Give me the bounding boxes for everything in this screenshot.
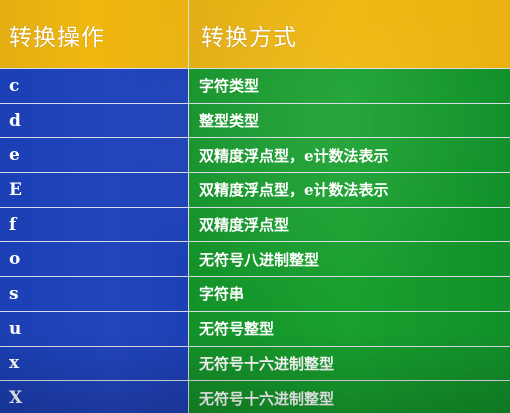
- table-row: s 字符串: [0, 276, 510, 312]
- operation-cell: x: [0, 345, 189, 382]
- method-cell: 字符串: [188, 276, 510, 312]
- method-cell: 双精度浮点型，e计数法表示: [188, 172, 510, 208]
- method-cell: 无符号十六进制整型: [188, 380, 510, 413]
- screen: 转换操作 转换方式 c 字符类型 d 整型类型 e 双精度浮点型，e计数法表示 …: [0, 0, 510, 413]
- table-header-row: 转换操作 转换方式: [0, 0, 510, 69]
- operation-cell: f: [0, 206, 189, 243]
- operation-cell: s: [0, 276, 189, 312]
- table-row: e 双精度浮点型，e计数法表示: [0, 137, 510, 174]
- method-cell: 双精度浮点型，e计数法表示: [188, 137, 510, 174]
- table-row: x 无符号十六进制整型: [0, 345, 510, 382]
- operation-cell: o: [0, 241, 189, 278]
- operation-cell: c: [0, 68, 189, 104]
- operation-cell: u: [0, 310, 189, 347]
- table-row: f 双精度浮点型: [0, 206, 510, 243]
- method-cell: 无符号十六进制整型: [188, 345, 510, 382]
- operation-cell: e: [0, 137, 189, 174]
- table-row: X 无符号十六进制整型: [0, 380, 510, 413]
- table-row: d 整型类型: [0, 102, 510, 139]
- table-row: c 字符类型: [0, 68, 510, 104]
- conversion-table: 转换操作 转换方式 c 字符类型 d 整型类型 e 双精度浮点型，e计数法表示 …: [0, 0, 510, 413]
- operation-cell: X: [0, 380, 189, 413]
- table-row: o 无符号八进制整型: [0, 241, 510, 278]
- method-cell: 字符类型: [188, 68, 510, 104]
- header-operation: 转换操作: [0, 0, 189, 69]
- operation-cell: d: [0, 102, 189, 139]
- operation-cell: E: [0, 172, 189, 208]
- table-row: E 双精度浮点型，e计数法表示: [0, 172, 510, 208]
- header-method: 转换方式: [188, 0, 510, 69]
- method-cell: 双精度浮点型: [188, 206, 510, 243]
- method-cell: 无符号整型: [188, 310, 510, 347]
- method-cell: 无符号八进制整型: [188, 241, 510, 278]
- method-cell: 整型类型: [188, 102, 510, 139]
- table-row: u 无符号整型: [0, 310, 510, 347]
